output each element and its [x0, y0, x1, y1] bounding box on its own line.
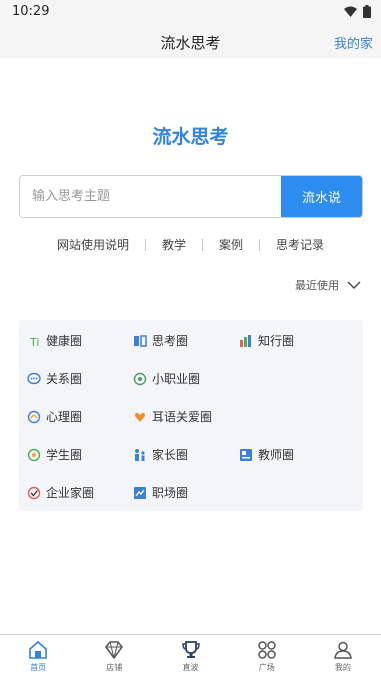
tab-label: 广场: [258, 663, 275, 672]
circle-label: 心理圈: [46, 410, 83, 424]
user-icon: [334, 641, 352, 659]
link-thinking-records[interactable]: 思考记录: [276, 236, 324, 253]
chat-bubble-icon: [27, 372, 41, 384]
circle-panel: Ti 健康圈 思考圈 知行圈 关系圈 小职业圈 心理圈 耳语关爱圈 学生圈 家长…: [19, 320, 363, 511]
divider: [202, 238, 203, 251]
link-usage-guide[interactable]: 网站使用说明: [57, 236, 129, 253]
circle-item-student[interactable]: 学生圈: [27, 446, 82, 463]
search-button[interactable]: 流水说: [281, 176, 362, 217]
circle-item-thinking[interactable]: 思考圈: [133, 332, 188, 349]
circle-label: 企业家圈: [46, 486, 95, 500]
circle-label: 关系圈: [46, 372, 83, 386]
circle-label: 职场圈: [152, 486, 189, 500]
tab-label: 直波: [182, 663, 199, 672]
circle-item-workplace[interactable]: 职场圈: [133, 484, 188, 501]
entrepreneur-icon: [27, 486, 41, 499]
tab-label: 店铺: [106, 663, 123, 672]
page-title: 流水思考: [160, 34, 221, 52]
recent-label: 最近使用: [295, 279, 339, 292]
trophy-icon: [181, 641, 200, 658]
care-icon: [135, 412, 145, 422]
tab-label: 我的: [334, 663, 351, 672]
chevron-down-icon: [347, 281, 361, 289]
student-icon: [27, 448, 41, 461]
tab-shop[interactable]: 店铺: [76, 635, 152, 678]
health-icon: Ti: [29, 336, 39, 348]
workplace-icon: [134, 486, 146, 499]
tab-live[interactable]: 直波: [152, 635, 228, 678]
circle-item-knowledge-action[interactable]: 知行圈: [239, 332, 294, 349]
status-bar: 10:29: [0, 0, 381, 24]
circle-item-psychology[interactable]: 心理圈: [27, 408, 82, 425]
home-icon: [29, 640, 47, 659]
diamond-icon: [105, 641, 124, 660]
circle-item-small-career[interactable]: 小职业圈: [133, 370, 200, 387]
thinking-icon: [134, 334, 147, 347]
tab-home[interactable]: 首页: [0, 635, 76, 678]
circle-label: 学生圈: [46, 448, 83, 462]
grid-icon: [257, 641, 276, 659]
nav-bar: 流水思考 我的家: [0, 24, 381, 58]
quick-links: 网站使用说明 教学 案例 思考记录: [0, 236, 381, 253]
circle-label: 家长圈: [152, 448, 189, 462]
tab-mine[interactable]: 我的: [305, 635, 381, 678]
knowledge-action-icon: [240, 334, 251, 347]
psychology-icon: [27, 410, 41, 423]
circle-item-relationship[interactable]: 关系圈: [27, 370, 82, 387]
circle-item-health[interactable]: Ti 健康圈: [27, 332, 82, 349]
recent-dropdown[interactable]: 最近使用: [295, 277, 361, 293]
circle-label: 健康圈: [46, 334, 83, 348]
career-icon: [133, 372, 147, 385]
my-home-link[interactable]: 我的家: [334, 33, 373, 52]
circle-label: 小职业圈: [152, 372, 201, 386]
wifi-icon: [344, 6, 357, 17]
circle-label: 教师圈: [258, 448, 295, 462]
circle-item-whisper-care[interactable]: 耳语关爱圈: [133, 408, 212, 425]
link-cases[interactable]: 案例: [219, 236, 243, 253]
circle-item-parent[interactable]: 家长圈: [133, 446, 188, 463]
battery-icon: [363, 5, 371, 18]
divider: [144, 238, 146, 251]
parent-icon: [135, 448, 145, 461]
hero-title: 流水思考: [152, 126, 229, 148]
link-teaching[interactable]: 教学: [162, 236, 186, 253]
teacher-icon: [240, 448, 252, 461]
search-input[interactable]: [20, 176, 282, 217]
circle-label: 思考圈: [152, 334, 189, 348]
tab-square[interactable]: 广场: [229, 635, 305, 678]
svg-text:Ti: Ti: [29, 336, 39, 348]
circle-item-entrepreneur[interactable]: 企业家圈: [27, 484, 94, 501]
search-box: 流水说: [19, 175, 363, 218]
tab-label: 首页: [30, 663, 47, 672]
divider: [259, 238, 261, 251]
circle-label: 耳语关爱圈: [152, 410, 213, 424]
bottom-tab-bar: 首页 店铺 直波 广场 我的: [0, 634, 381, 678]
status-icons: [344, 5, 371, 18]
circle-label: 知行圈: [258, 334, 295, 348]
status-time: 10:29: [12, 4, 50, 19]
circle-item-teacher[interactable]: 教师圈: [239, 446, 294, 463]
